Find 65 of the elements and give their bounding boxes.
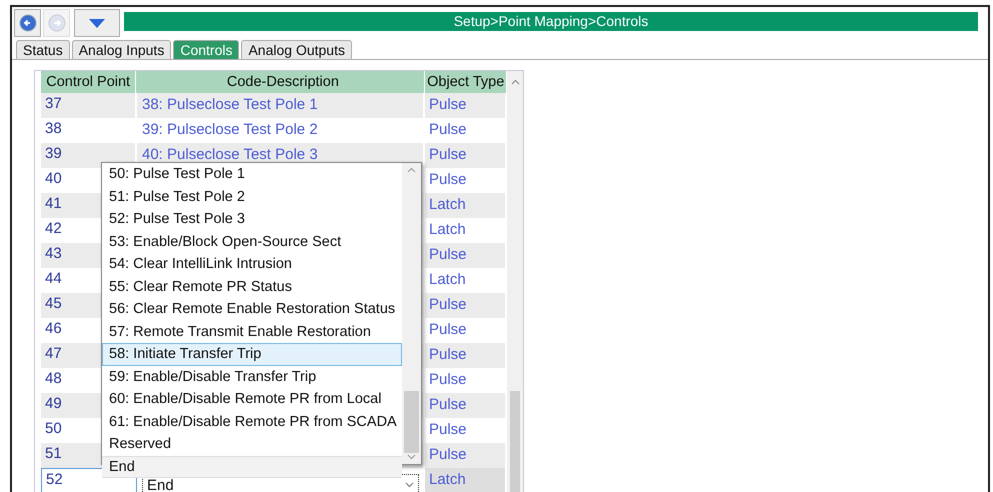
tab[interactable]: Controls xyxy=(173,40,240,59)
tab[interactable]: Analog Outputs xyxy=(241,40,352,59)
dropdown-item[interactable]: 57: Remote Transmit Enable Restoration xyxy=(102,320,402,343)
tab[interactable]: Analog Inputs xyxy=(72,40,172,59)
dropdown-item[interactable]: 54: Clear IntelliLink Intrusion xyxy=(102,253,402,276)
dropdown-item[interactable]: 56: Clear Remote Enable Restoration Status xyxy=(102,298,402,320)
dropdown-item[interactable]: 58: Initiate Transfer Trip xyxy=(102,343,402,366)
dropdown-item[interactable]: 53: Enable/Block Open-Source Sect xyxy=(102,230,402,253)
dropdown-item[interactable]: 55: Clear Remote PR Status xyxy=(102,276,402,298)
chevron-down-icon xyxy=(407,454,416,460)
table-cell: Pulse xyxy=(429,245,467,263)
table-cell: Pulse xyxy=(429,345,467,363)
table-cell: 45 xyxy=(45,295,62,312)
dropdown-item[interactable]: 61: Enable/Disable Remote PR from SCADA xyxy=(102,410,402,433)
table-cell: 42 xyxy=(45,220,62,237)
chevron-up-icon xyxy=(407,167,416,173)
table-cell: 37 xyxy=(45,95,62,112)
table-cell: Latch xyxy=(429,270,466,288)
table-cell: 44 xyxy=(45,270,62,287)
table-cell: 39 xyxy=(45,145,62,162)
table-cell: Pulse xyxy=(429,445,467,463)
table-cell: 48 xyxy=(45,370,62,387)
table-cell: 40 xyxy=(45,170,62,187)
table-cell: Pulse xyxy=(429,395,467,413)
dropdown-item[interactable]: 60: Enable/Disable Remote PR from Local xyxy=(102,388,402,410)
table-cell: Pulse xyxy=(429,145,467,163)
table-cell: Pulse xyxy=(429,370,467,388)
table-cell: Latch xyxy=(429,470,466,488)
chevron-up-icon xyxy=(510,79,520,85)
table-cell: Latch xyxy=(429,195,466,213)
table-cell: 38: Pulseclose Test Pole 1 xyxy=(142,95,318,113)
table-cell: 46 xyxy=(45,320,62,337)
scrollbar[interactable] xyxy=(402,163,421,464)
dropdown-item[interactable]: Reserved xyxy=(102,433,402,456)
dropdown-item[interactable]: 51: Pulse Test Pole 2 xyxy=(102,186,402,208)
table-row[interactable]: 37 38: Pulseclose Test Pole 1 Pulse xyxy=(41,93,507,118)
table-cell: Pulse xyxy=(429,295,467,313)
table-cell: 38 xyxy=(45,120,62,137)
table-cell: Pulse xyxy=(429,320,467,338)
table-cell: 40: Pulseclose Test Pole 3 xyxy=(142,145,318,163)
dropdown-item[interactable]: 59: Enable/Disable Transfer Trip xyxy=(102,366,402,388)
menu-dropdown-button[interactable] xyxy=(74,9,120,37)
tab[interactable]: Status xyxy=(16,40,70,59)
scrollbar-thumb[interactable] xyxy=(404,391,419,453)
table-cell: 41 xyxy=(45,195,62,212)
table-cell: 47 xyxy=(45,345,62,362)
dropdown-item[interactable]: 52: Pulse Test Pole 3 xyxy=(102,208,402,230)
scrollbar[interactable] xyxy=(507,71,523,492)
table-cell: 43 xyxy=(45,245,62,262)
table-cell: Latch xyxy=(429,220,466,238)
back-button[interactable] xyxy=(14,9,41,37)
table-cell: Pulse xyxy=(429,170,467,188)
scrollbar-thumb[interactable] xyxy=(510,391,520,492)
triangle-down-icon xyxy=(88,18,106,28)
table-cell: Pulse xyxy=(429,420,467,438)
table-cell: 51 xyxy=(45,445,62,462)
table-cell: Pulse xyxy=(429,95,467,113)
breadcrumb-bar: Setup>Point Mapping>Controls xyxy=(124,12,978,31)
table-cell: 49 xyxy=(45,395,62,412)
table-cell: 52 xyxy=(46,471,63,488)
table-cell: Pulse xyxy=(429,120,467,138)
dropdown-item[interactable]: End xyxy=(102,456,402,478)
chevron-down-icon xyxy=(405,482,414,488)
table-cell: 50 xyxy=(45,420,62,437)
table-cell: 39: Pulseclose Test Pole 2 xyxy=(142,120,318,138)
